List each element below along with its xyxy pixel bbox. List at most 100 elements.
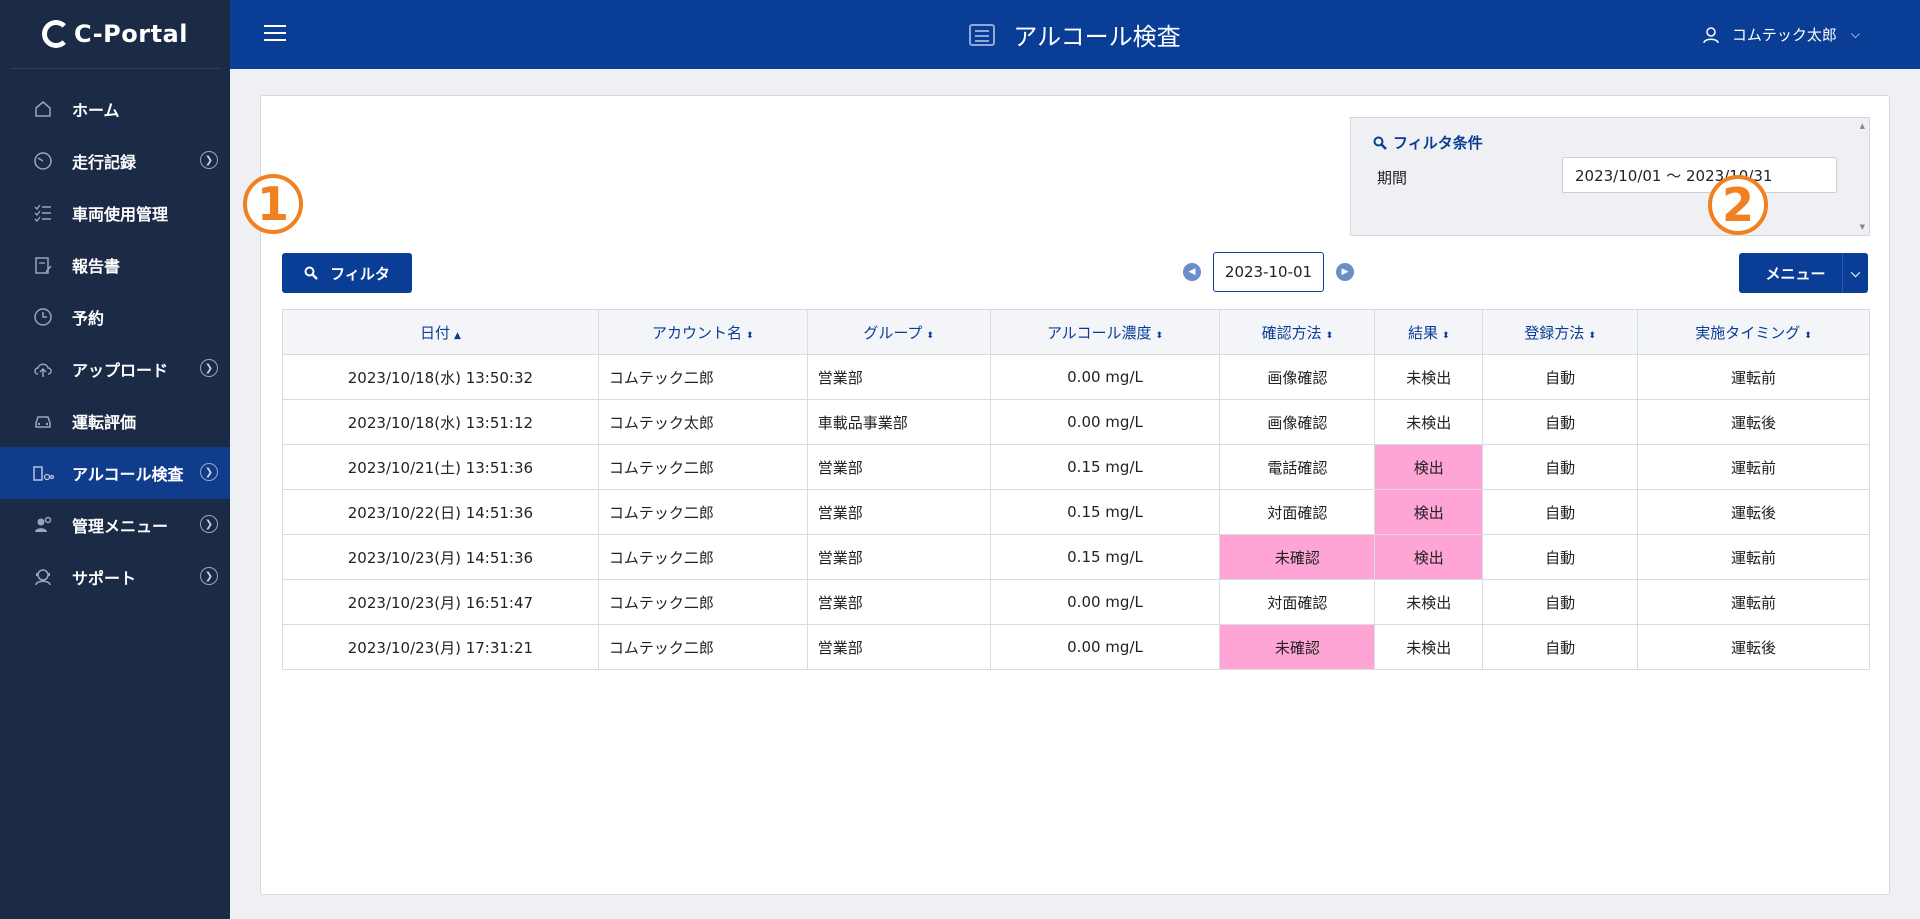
- date-field[interactable]: 2023-10-01: [1213, 252, 1324, 292]
- sort-icon[interactable]: ⬍: [1588, 331, 1596, 341]
- sidebar-item-admin-gear[interactable]: 管理メニュー ❯: [0, 499, 230, 551]
- filter-button-label: フィルタ: [330, 264, 390, 283]
- speedometer-icon: [32, 150, 54, 172]
- scroll-up-arrow-icon[interactable]: ▲: [1860, 122, 1865, 130]
- page-title: アルコール検査: [1013, 23, 1181, 51]
- sidebar-item-cloud-upload[interactable]: アップロード ❯: [0, 343, 230, 395]
- menu-button-label: メニュー: [1765, 264, 1826, 283]
- top-header: アルコール検査 コムテック太郎 ⌵: [230, 0, 1920, 69]
- cell-date: 2023/10/22(日) 14:51:36: [282, 489, 599, 535]
- table-header-row: 日付 ▲ アカウント名 ⬍ グループ ⬍ アルコール濃度 ⬍ 確認方法 ⬍ 結果 ⬍ 登録方法 ⬍ 実施タイ…: [282, 309, 1870, 355]
- column-header-label: グループ: [863, 323, 923, 342]
- sidebar-item-alcohol-test[interactable]: アルコール検査 ❯: [0, 447, 230, 499]
- sidebar-item-home[interactable]: ホーム: [0, 83, 230, 135]
- table-row[interactable]: 2023/10/21(土) 13:51:36 コムテック二郎 営業部 0.15 mg/…: [282, 444, 1870, 490]
- cell-group: 車載品事業部: [806, 399, 991, 445]
- sidebar-item-label: 予約: [72, 309, 105, 328]
- chevron-down-icon[interactable]: ⌵: [1842, 253, 1868, 293]
- sidebar-item-label: 運転評価: [72, 413, 137, 432]
- cell-concentration: 0.15 mg/L: [989, 534, 1221, 580]
- list-document-icon: [969, 23, 996, 46]
- table-row[interactable]: 2023/10/23(月) 14:51:36 コムテック二郎 営業部 0.15 mg/…: [282, 534, 1870, 580]
- cell-date: 2023/10/21(土) 13:51:36: [282, 444, 599, 490]
- cell-method: 未確認: [1219, 624, 1376, 670]
- logo[interactable]: C-Portal: [10, 0, 220, 69]
- cell-result: 検出: [1374, 534, 1484, 580]
- cell-group: 営業部: [806, 624, 991, 670]
- period-field[interactable]: 2023/10/01 〜 2023/10/31: [1562, 157, 1837, 193]
- sidebar-item-car[interactable]: 運転評価: [0, 395, 230, 447]
- filter-button[interactable]: フィルタ: [282, 253, 412, 293]
- cell-date: 2023/10/23(月) 17:31:21: [282, 624, 599, 670]
- date-navigator: ◀ 2023-10-01 ▶: [1183, 252, 1354, 292]
- sidebar-item-label: 走行記録: [72, 153, 137, 172]
- cell-group: 営業部: [806, 579, 991, 625]
- table-body: 2023/10/18(水) 13:50:32 コムテック二郎 営業部 0.00 mg/…: [282, 354, 1870, 670]
- table-row[interactable]: 2023/10/22(日) 14:51:36 コムテック二郎 営業部 0.15 mg/…: [282, 489, 1870, 535]
- chevron-right-icon[interactable]: ❯: [200, 567, 218, 585]
- chevron-right-icon[interactable]: ❯: [200, 463, 218, 481]
- column-header[interactable]: 結果 ⬍: [1374, 309, 1484, 355]
- column-header[interactable]: 確認方法 ⬍: [1219, 309, 1376, 355]
- column-header[interactable]: 実施タイミング ⬍: [1637, 309, 1870, 355]
- cell-account: コムテック二郎: [597, 534, 808, 580]
- table-row[interactable]: 2023/10/18(水) 13:51:12 コムテック太郎 車載品事業部 0.00 …: [282, 399, 1870, 445]
- sort-icon[interactable]: ⬍: [926, 331, 934, 341]
- sidebar-nav: ホーム 走行記録 ❯ 車両使用管理 報告書 予約 アップロード ❯ 運転評価 アルコール検査 ❯ 管理…: [0, 83, 230, 603]
- sidebar-item-checklist[interactable]: 車両使用管理: [0, 187, 230, 239]
- sort-icon[interactable]: ⬍: [746, 331, 754, 341]
- sort-icon[interactable]: ▲: [454, 331, 461, 341]
- column-header[interactable]: 登録方法 ⬍: [1482, 309, 1639, 355]
- sidebar-item-label: 管理メニュー: [72, 517, 169, 536]
- cell-method: 対面確認: [1219, 579, 1376, 625]
- cell-account: コムテック二郎: [597, 444, 808, 490]
- column-header-label: 確認方法: [1261, 323, 1322, 342]
- chevron-right-icon[interactable]: ❯: [200, 359, 218, 377]
- filter-conditions-title: フィルタ条件: [1373, 132, 1483, 153]
- scroll-down-arrow-icon[interactable]: ▼: [1860, 223, 1865, 231]
- c-logo-icon: [42, 20, 71, 48]
- table-row[interactable]: 2023/10/23(月) 17:31:21 コムテック二郎 営業部 0.00 mg/…: [282, 624, 1870, 670]
- cell-concentration: 0.00 mg/L: [989, 399, 1221, 445]
- chevron-right-icon[interactable]: ❯: [200, 515, 218, 533]
- cell-registration: 自動: [1482, 444, 1639, 490]
- column-header[interactable]: 日付 ▲: [282, 309, 599, 355]
- prev-date-icon[interactable]: ◀: [1183, 263, 1201, 281]
- report-icon: [32, 254, 54, 276]
- menu-button[interactable]: メニュー ⌵: [1739, 253, 1868, 293]
- cell-timing: 運転前: [1637, 444, 1870, 490]
- column-header[interactable]: アカウント名 ⬍: [597, 309, 808, 355]
- sort-icon[interactable]: ⬍: [1442, 331, 1450, 341]
- annotation-marker-1: 1: [243, 174, 303, 234]
- cell-group: 営業部: [806, 444, 991, 490]
- chevron-right-icon[interactable]: ❯: [200, 151, 218, 169]
- search-icon: [1373, 136, 1387, 150]
- cell-concentration: 0.00 mg/L: [989, 579, 1221, 625]
- sidebar-item-label: 車両使用管理: [72, 205, 169, 224]
- cell-concentration: 0.00 mg/L: [989, 354, 1221, 400]
- cloud-upload-icon: [32, 358, 54, 380]
- cell-method: 対面確認: [1219, 489, 1376, 535]
- cell-registration: 自動: [1482, 489, 1639, 535]
- sidebar-item-report[interactable]: 報告書: [0, 239, 230, 291]
- sort-icon[interactable]: ⬍: [1156, 331, 1164, 341]
- cell-account: コムテック二郎: [597, 624, 808, 670]
- cell-result: 検出: [1374, 489, 1484, 535]
- home-icon: [32, 98, 54, 120]
- sort-icon[interactable]: ⬍: [1804, 331, 1812, 341]
- next-date-icon[interactable]: ▶: [1336, 263, 1354, 281]
- column-header[interactable]: アルコール濃度 ⬍: [989, 309, 1221, 355]
- user-menu[interactable]: コムテック太郎 ⌵: [1702, 0, 1860, 69]
- column-header[interactable]: グループ ⬍: [806, 309, 991, 355]
- sidebar-item-support[interactable]: サポート ❯: [0, 551, 230, 603]
- cell-registration: 自動: [1482, 534, 1639, 580]
- sort-icon[interactable]: ⬍: [1326, 331, 1334, 341]
- cell-date: 2023/10/23(月) 14:51:36: [282, 534, 599, 580]
- sidebar-item-label: アップロード: [72, 361, 169, 380]
- period-label: 期間: [1377, 169, 1408, 187]
- table-row[interactable]: 2023/10/18(水) 13:50:32 コムテック二郎 営業部 0.00 mg/…: [282, 354, 1870, 400]
- table-row[interactable]: 2023/10/23(月) 16:51:47 コムテック二郎 営業部 0.00 mg/…: [282, 579, 1870, 625]
- chevron-down-icon: ⌵: [1850, 27, 1860, 41]
- sidebar-item-clock[interactable]: 予約: [0, 291, 230, 343]
- sidebar-item-speedometer[interactable]: 走行記録 ❯: [0, 135, 230, 187]
